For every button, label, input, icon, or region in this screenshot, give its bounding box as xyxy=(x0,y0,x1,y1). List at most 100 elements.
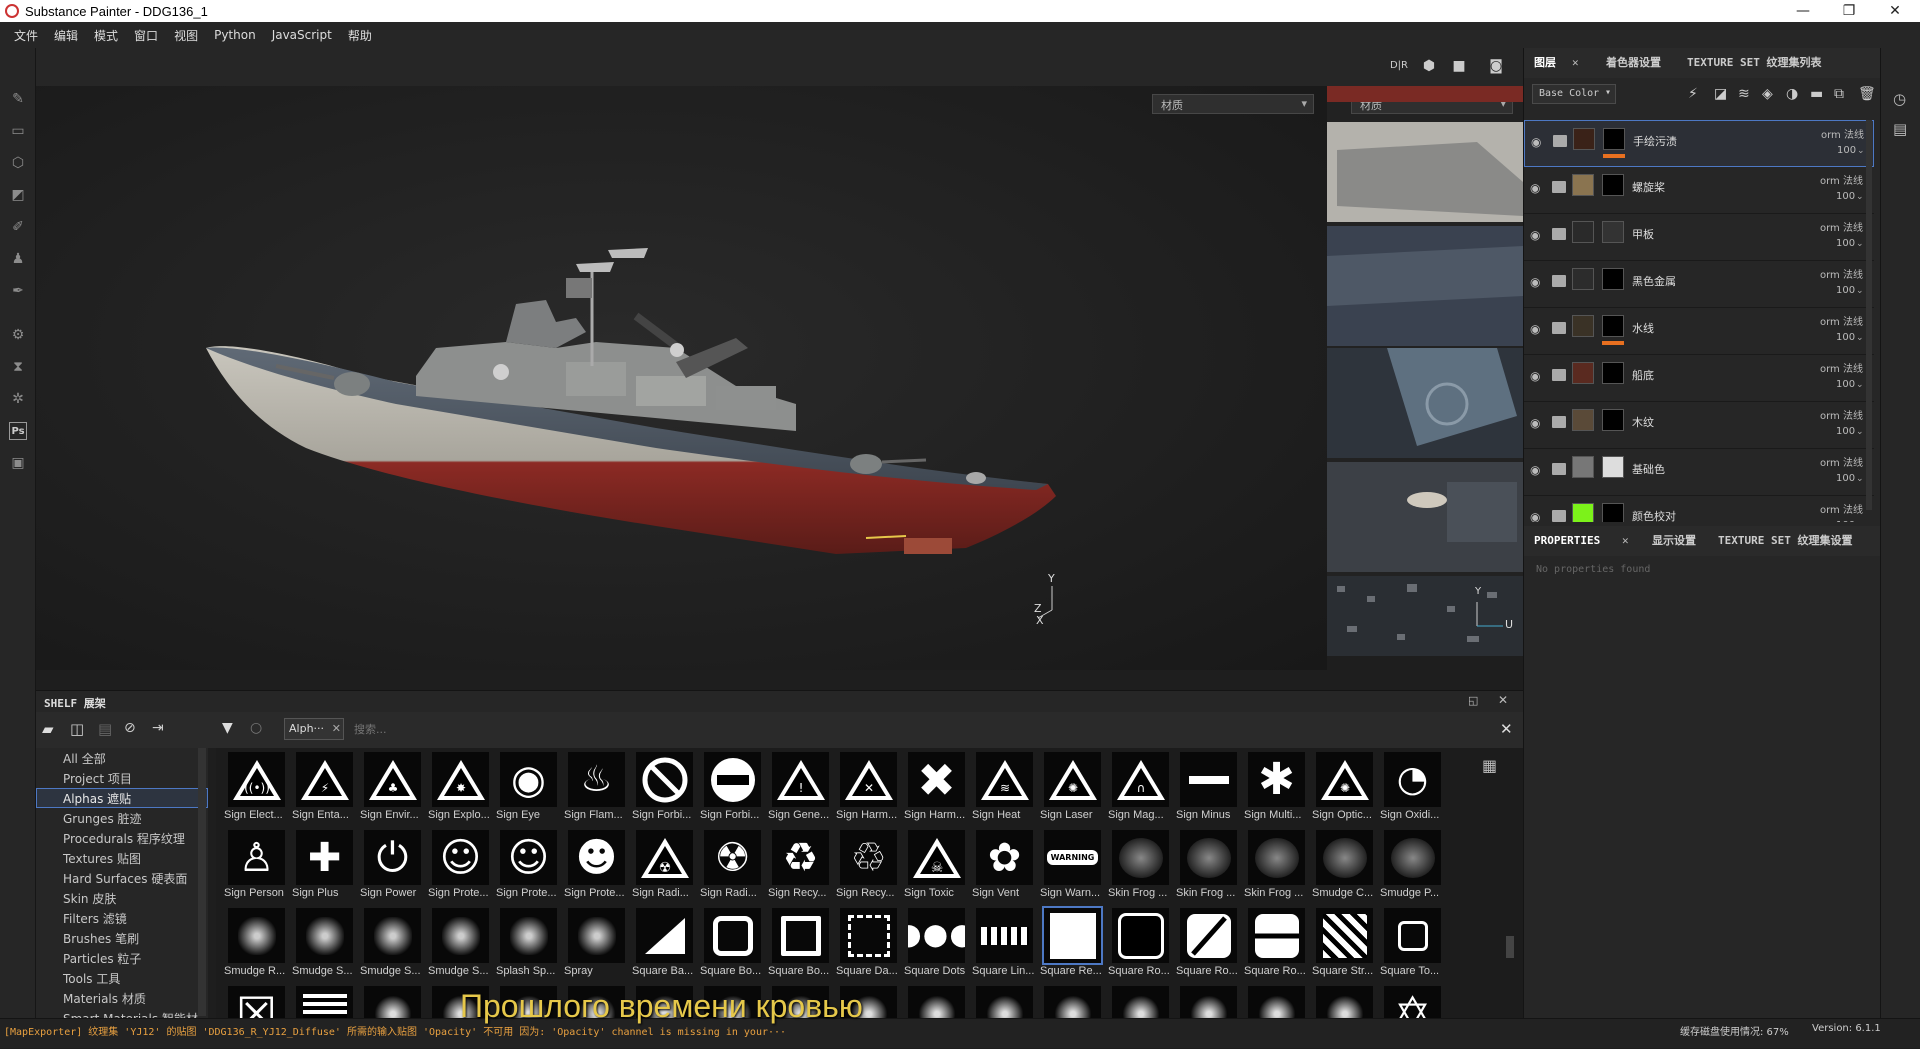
shelf-item[interactable]: Smudge C... xyxy=(1312,830,1376,908)
shelf-item[interactable]: Sign Minus xyxy=(1176,752,1240,830)
shelf-item[interactable]: ☻ Sign Prote... xyxy=(564,830,628,908)
visibility-eye-icon[interactable]: ◉ xyxy=(1530,228,1544,242)
shelf-item[interactable]: ♻ Sign Recy... xyxy=(768,830,832,908)
menu-edit[interactable]: 编辑 xyxy=(54,27,78,44)
shelf-category[interactable]: Materials 材质 xyxy=(36,988,208,1008)
layer-opacity[interactable]: 100 xyxy=(1837,145,1856,156)
shelf-item[interactable]: ☠ Sign Toxic xyxy=(904,830,968,908)
maximize-button[interactable]: ❐ xyxy=(1826,0,1872,22)
layer-opacity[interactable]: 100 xyxy=(1836,285,1855,296)
opacity-chevron-icon[interactable]: ⌄ xyxy=(1856,521,1864,522)
eraser-icon[interactable]: ▭ xyxy=(9,122,27,140)
viewport-3d[interactable]: 材质 ▾ Y Z X xyxy=(36,86,1327,670)
shelf-item[interactable]: Square Ro... xyxy=(1244,908,1308,986)
shelf-item[interactable]: ♣ Sign Envir... xyxy=(360,752,424,830)
visibility-eye-icon[interactable]: ◉ xyxy=(1531,135,1545,149)
smudge-icon[interactable]: ✐ xyxy=(9,218,27,236)
folder-icon[interactable] xyxy=(1552,181,1566,193)
grid-view-icon[interactable]: ▦ xyxy=(1482,756,1497,775)
menu-javascript[interactable]: JavaScript xyxy=(272,28,332,42)
shelf-item[interactable]: Skin Frog ... xyxy=(1108,830,1172,908)
visibility-eye-icon[interactable]: ◉ xyxy=(1530,181,1544,195)
shelf-item[interactable]: Smudge P... xyxy=(1380,830,1444,908)
shelf-item[interactable]: Skin Frog ... xyxy=(1176,830,1240,908)
shelf-item[interactable] xyxy=(1040,986,1104,1018)
screenshot-icon[interactable]: ◙ xyxy=(1485,58,1507,76)
blend-mode[interactable]: orm 法线 xyxy=(1820,172,1863,187)
add-fill-layer-icon[interactable]: ◈ xyxy=(1762,86,1773,102)
menu-python[interactable]: Python xyxy=(214,28,256,42)
mask-thumbnail[interactable] xyxy=(1602,174,1624,196)
shelf-item[interactable]: ✺ Sign Optic... xyxy=(1312,752,1376,830)
mask-thumbnail[interactable] xyxy=(1602,503,1624,522)
layer-opacity[interactable]: 100 xyxy=(1836,379,1855,390)
tab-layers[interactable]: 图层 xyxy=(1534,48,1556,78)
shelf-category[interactable]: Procedurals 程序纹理 xyxy=(36,828,208,848)
mask-thumbnail[interactable] xyxy=(1602,315,1624,337)
shelf-item[interactable]: ☺ Sign Prote... xyxy=(428,830,492,908)
shelf-item[interactable]: ◔ Sign Oxidi... xyxy=(1380,752,1444,830)
folder-icon[interactable] xyxy=(1552,416,1566,428)
opacity-chevron-icon[interactable]: ⌄ xyxy=(1856,239,1864,249)
add-effect-icon[interactable]: ◪ xyxy=(1714,86,1727,102)
shelf-item[interactable]: ((•)) Sign Elect... xyxy=(224,752,288,830)
shelf-category[interactable]: Particles 粒子 xyxy=(36,948,208,968)
menu-view[interactable]: 视图 xyxy=(174,27,198,44)
layer-row[interactable]: ◉ 黑色金属 orm 法线 100 ⌄ xyxy=(1524,261,1874,308)
shelf-scrollbar[interactable] xyxy=(1506,936,1514,958)
layer-row[interactable]: ◉ 基础色 orm 法线 100 ⌄ xyxy=(1524,449,1874,496)
shelf-item[interactable]: Square Ro... xyxy=(1176,908,1240,986)
shelf-item[interactable]: Sign Forbi... xyxy=(632,752,696,830)
close-button[interactable]: ✕ xyxy=(1872,0,1918,22)
tab-display-settings[interactable]: 显示设置 xyxy=(1652,526,1696,556)
opacity-chevron-icon[interactable]: ⌄ xyxy=(1856,474,1864,484)
layer-opacity[interactable]: 100 xyxy=(1836,238,1855,249)
layer-name[interactable]: 颜色校对 xyxy=(1632,508,1676,522)
clone-stamp-icon[interactable]: ♟ xyxy=(9,250,27,268)
blend-mode[interactable]: orm 法线 xyxy=(1820,266,1863,281)
menu-mode[interactable]: 模式 xyxy=(94,27,118,44)
layer-opacity[interactable]: 100 xyxy=(1836,191,1855,202)
blend-mode[interactable]: orm 法线 xyxy=(1820,407,1863,422)
layer-row[interactable]: ◉ 螺旋桨 orm 法线 100 ⌄ xyxy=(1524,167,1874,214)
layer-opacity[interactable]: 100 xyxy=(1836,520,1855,522)
shelf-close-icon[interactable]: ✕ xyxy=(1498,693,1508,707)
projection-icon[interactable]: ⬡ xyxy=(9,154,27,172)
shelf-item[interactable]: Square Ba... xyxy=(632,908,696,986)
export-icon[interactable]: ▣ xyxy=(9,454,27,472)
shelf-item[interactable]: Square Bo... xyxy=(700,908,764,986)
shelf-item[interactable] xyxy=(1312,986,1376,1018)
shelf-float-icon[interactable]: ◱ xyxy=(1468,694,1478,707)
tab-properties[interactable]: PROPERTIES xyxy=(1534,526,1600,556)
layer-opacity[interactable]: 100 xyxy=(1836,426,1855,437)
blend-mode[interactable]: orm 法线 xyxy=(1821,126,1864,141)
layer-name[interactable]: 螺旋桨 xyxy=(1632,179,1665,195)
visibility-eye-icon[interactable]: ◉ xyxy=(1530,275,1544,289)
clear-search-icon[interactable]: ✕ xyxy=(1500,720,1513,738)
shelf-category[interactable]: Alphas 遮贴 xyxy=(36,788,208,808)
polygon-fill-icon[interactable]: ◩ xyxy=(9,186,27,204)
layer-scrollbar[interactable] xyxy=(1866,120,1872,510)
opacity-chevron-icon[interactable]: ⌄ xyxy=(1857,146,1865,156)
folder-icon[interactable] xyxy=(1552,369,1566,381)
shelf-category[interactable]: All 全部 xyxy=(36,748,208,768)
visibility-eye-icon[interactable]: ◉ xyxy=(1530,322,1544,336)
shelf-item[interactable]: ✺ Sign Laser xyxy=(1040,752,1104,830)
add-mask-icon[interactable]: ◑ xyxy=(1786,86,1798,102)
photoshop-icon[interactable]: Ps xyxy=(9,422,27,440)
shelf-item[interactable]: Spray xyxy=(564,908,628,986)
shelf-item[interactable]: Smudge S... xyxy=(360,908,424,986)
shelf-item[interactable]: Smudge S... xyxy=(292,908,356,986)
filter-tag[interactable]: Alph··· ✕ xyxy=(284,718,344,740)
opacity-chevron-icon[interactable]: ⌄ xyxy=(1856,427,1864,437)
shelf-item[interactable]: ! Sign Gene... xyxy=(768,752,832,830)
tab-shader-settings[interactable]: 着色器设置 xyxy=(1606,48,1661,78)
shelf-item[interactable]: Sign Forbi... xyxy=(700,752,764,830)
shelf-item[interactable]: WARNING Sign Warn... xyxy=(1040,830,1104,908)
shelf-item[interactable]: Square To... xyxy=(1380,908,1444,986)
new-shelf-icon[interactable]: ◫ xyxy=(70,720,84,738)
shelf-item[interactable] xyxy=(1108,986,1172,1018)
blend-mode[interactable]: orm 法线 xyxy=(1820,501,1863,516)
tab-texture-set-list[interactable]: TEXTURE SET 纹理集列表 xyxy=(1687,48,1821,78)
shelf-item[interactable]: ☒ xyxy=(224,986,288,1018)
